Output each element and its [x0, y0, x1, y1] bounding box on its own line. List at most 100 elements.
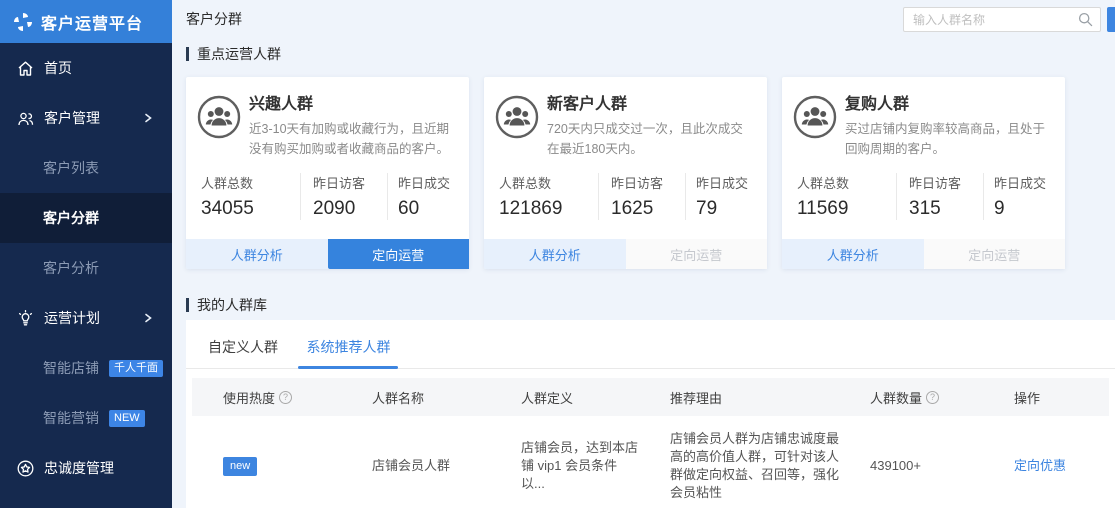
col-header-action: 操作 [983, 388, 1109, 407]
tab-system-recommended[interactable]: 系统推荐人群 [306, 337, 390, 357]
stat-label: 人群总数 [499, 173, 598, 192]
targeted-offer-link[interactable]: 定向优惠 [1014, 458, 1066, 473]
sidebar-item-label: 智能店铺 [43, 358, 99, 378]
section-bar [186, 298, 189, 312]
page-header: 客户分群 [186, 0, 1115, 34]
segment-card-new-customer: 新客户人群 720天内只成交过一次，且此次成交在最近180天内。 人群总数 12… [484, 77, 767, 269]
search-box [903, 7, 1101, 32]
section-label: 重点运营人群 [197, 44, 281, 64]
stat-value: 60 [398, 198, 469, 220]
stat-label: 人群总数 [201, 173, 300, 192]
sidebar-item-customer-list[interactable]: 客户列表 [0, 143, 172, 193]
col-header-name: 人群名称 [341, 388, 490, 407]
sidebar-item-customer-analysis[interactable]: 客户分析 [0, 243, 172, 293]
home-icon [16, 59, 35, 78]
audience-library-panel: 自定义人群 系统推荐人群 使用热度 ? 人群名称 [186, 320, 1115, 508]
targeted-operation-button[interactable]: 定向运营 [328, 239, 470, 269]
sidebar-item-label: 忠诚度管理 [44, 458, 114, 478]
group-people-icon [197, 95, 241, 139]
sidebar: 客户运营平台 首页 客户管理 客户列表 客 [0, 0, 172, 508]
users-icon [16, 109, 35, 128]
help-icon[interactable]: ? [926, 391, 939, 404]
stat-value: 315 [909, 198, 983, 220]
key-groups-section-header: 重点运营人群 [186, 44, 1115, 64]
help-icon[interactable]: ? [279, 391, 292, 404]
col-header-definition: 人群定义 [490, 388, 639, 407]
stat-label: 昨日访客 [909, 173, 983, 192]
col-header-heat: 使用热度 ? [192, 388, 341, 407]
sidebar-item-label: 客户管理 [44, 108, 100, 128]
targeted-operation-button[interactable]: 定向运营 [924, 239, 1066, 269]
active-tab-underline [298, 366, 398, 369]
stat-value: 11569 [797, 198, 896, 220]
table-row: new 店铺会员人群 店铺会员，达到本店铺 vip1 会员条件以... 店铺会员… [192, 416, 1109, 508]
sidebar-item-label: 智能营销 [43, 408, 99, 428]
group-people-icon [495, 95, 539, 139]
app-title: 客户运营平台 [41, 10, 143, 34]
sidebar-item-label: 客户分析 [43, 258, 99, 278]
card-desc: 近3-10天有加购或收藏行为，且近期没有购买加购或者收藏商品的客户。 [249, 119, 457, 159]
cell-reason: 店铺会员人群为店铺忠诚度最高的高价值人群，可针对该人群做定向权益、召回等，强化会… [639, 430, 839, 502]
tab-custom-audience[interactable]: 自定义人群 [208, 337, 278, 357]
search-icon[interactable] [1077, 11, 1094, 28]
table-header: 使用热度 ? 人群名称 人群定义 推荐理由 人群数量 [192, 378, 1109, 416]
logo-bar: 客户运营平台 [0, 0, 172, 43]
sidebar-item-customer-management[interactable]: 客户管理 [0, 93, 172, 143]
stat-label: 昨日成交 [696, 173, 767, 192]
sidebar-item-label: 首页 [44, 58, 72, 78]
stat-value: 34055 [201, 198, 300, 220]
segment-card-repurchase: 复购人群 买过店铺内复购率较高商品，且处于回购周期的客户。 人群总数 11569… [782, 77, 1065, 269]
sidebar-item-smart-marketing[interactable]: 智能营销 NEW [0, 393, 172, 443]
audience-analysis-button[interactable]: 人群分析 [782, 239, 924, 269]
section-bar [186, 47, 189, 61]
segment-card-interest: 兴趣人群 近3-10天有加购或收藏行为，且近期没有购买加购或者收藏商品的客户。 … [186, 77, 469, 269]
section-label: 我的人群库 [197, 295, 267, 315]
sidebar-item-label: 运营计划 [44, 308, 100, 328]
group-people-icon [793, 95, 837, 139]
col-header-reason: 推荐理由 [639, 388, 839, 407]
card-desc: 720天内只成交过一次，且此次成交在最近180天内。 [547, 119, 755, 159]
app-window: 客户运营平台 首页 客户管理 客户列表 客 [0, 0, 1115, 508]
card-title: 复购人群 [845, 95, 1053, 115]
sidebar-item-loyalty-management[interactable]: 忠诚度管理 [0, 443, 172, 493]
tab-label: 系统推荐人群 [306, 339, 390, 355]
cell-heat: new [192, 456, 341, 476]
targeted-operation-button[interactable]: 定向运营 [626, 239, 768, 269]
stat-label: 昨日成交 [994, 173, 1065, 192]
stat-label: 昨日访客 [313, 173, 387, 192]
sidebar-item-home[interactable]: 首页 [0, 43, 172, 93]
bulb-icon [16, 309, 35, 328]
col-header-count: 人群数量 ? [839, 388, 983, 407]
tabs-row: 自定义人群 系统推荐人群 [186, 320, 1115, 369]
cell-action: 定向优惠 [983, 457, 1109, 475]
cell-name: 店铺会员人群 [341, 457, 490, 475]
cell-definition: 店铺会员，达到本店铺 vip1 会员条件以... [490, 439, 639, 493]
my-library-section-header: 我的人群库 [186, 295, 1115, 315]
sidebar-item-label: 客户分群 [43, 208, 99, 228]
stat-value: 121869 [499, 198, 598, 220]
sidebar-item-smart-shop[interactable]: 智能店铺 千人千面 [0, 343, 172, 393]
audience-analysis-button[interactable]: 人群分析 [484, 239, 626, 269]
sidebar-item-label: 客户列表 [43, 158, 99, 178]
sidebar-item-customer-segmentation[interactable]: 客户分群 [0, 193, 172, 243]
stat-value: 79 [696, 198, 767, 220]
page-title: 客户分群 [186, 9, 242, 29]
search-button[interactable] [1107, 7, 1115, 32]
search-input[interactable] [903, 7, 1101, 32]
sidebar-item-operation-plan[interactable]: 运营计划 [0, 293, 172, 343]
stat-label: 人群总数 [797, 173, 896, 192]
audience-analysis-button[interactable]: 人群分析 [186, 239, 328, 269]
card-title: 兴趣人群 [249, 95, 457, 115]
key-group-cards: 兴趣人群 近3-10天有加购或收藏行为，且近期没有购买加购或者收藏商品的客户。 … [186, 77, 1115, 269]
cell-count: 439100+ [839, 457, 983, 475]
card-title: 新客户人群 [547, 95, 755, 115]
stat-label: 昨日成交 [398, 173, 469, 192]
stat-value: 1625 [611, 198, 685, 220]
stat-label: 昨日访客 [611, 173, 685, 192]
content: 客户分群 重点运营人群 [172, 0, 1115, 508]
chevron-right-icon [142, 112, 154, 124]
recommended-audience-table: 使用热度 ? 人群名称 人群定义 推荐理由 人群数量 [192, 378, 1109, 508]
new-badge: new [223, 457, 257, 476]
star-circle-icon [16, 459, 35, 478]
qianren-badge: 千人千面 [109, 360, 163, 377]
